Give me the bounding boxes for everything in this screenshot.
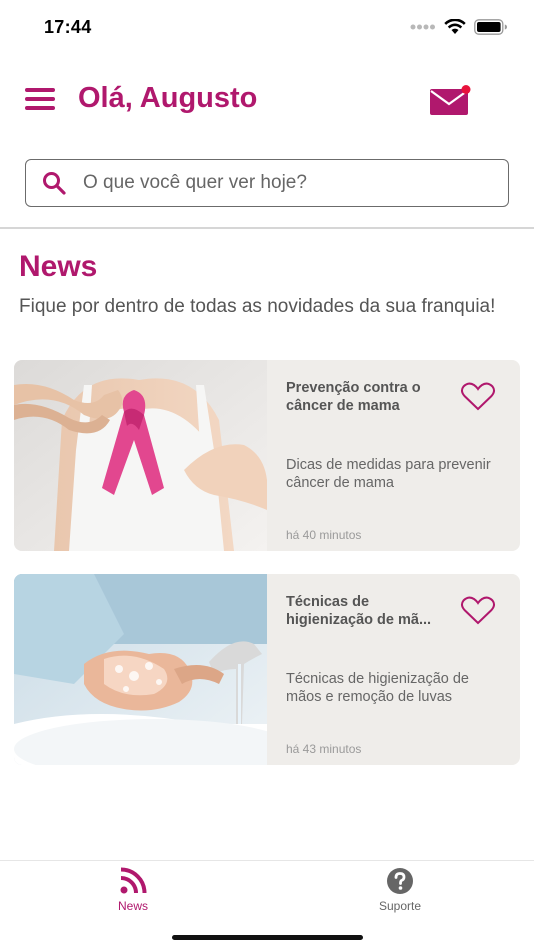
- home-indicator: [172, 935, 363, 940]
- menu-button[interactable]: [25, 88, 55, 112]
- hamburger-icon-bar: [25, 106, 55, 110]
- tab-support[interactable]: Suporte: [350, 867, 450, 913]
- card-title: Prevenção contra o câncer de mama: [286, 380, 421, 414]
- hamburger-icon-bar: [25, 97, 55, 101]
- greeting-title: Olá, Augusto: [78, 82, 258, 114]
- tab-news[interactable]: News: [83, 867, 183, 913]
- card-description: Dicas de medidas para prevenir câncer de…: [286, 457, 491, 491]
- card-title-line: higienização de mã...: [286, 612, 432, 628]
- news-card[interactable]: Técnicas de higienização de mã... Técnic…: [14, 574, 520, 765]
- help-circle-icon: [387, 868, 413, 894]
- status-time: 17:44: [44, 17, 92, 37]
- tab-label: Suporte: [378, 899, 422, 913]
- heart-icon: [461, 596, 495, 625]
- messages-button[interactable]: [429, 84, 473, 116]
- section-subtitle: Fique por dentro de todas as novidades d…: [19, 296, 496, 317]
- tab-label: News: [117, 899, 148, 913]
- card-title-line: Técnicas de: [286, 594, 370, 610]
- divider: [0, 227, 534, 229]
- status-bar: 17:44: [0, 0, 534, 56]
- envelope-icon: [430, 85, 471, 115]
- favorite-button[interactable]: [460, 382, 496, 412]
- app-header: Olá, Augusto: [0, 70, 534, 130]
- favorite-button[interactable]: [460, 596, 496, 626]
- heart-icon: [461, 382, 495, 411]
- wifi-icon: [444, 19, 466, 34]
- search-input[interactable]: [83, 172, 483, 194]
- search-bar[interactable]: [25, 159, 509, 207]
- notification-dot: [461, 85, 471, 94]
- news-card[interactable]: Prevenção contra o câncer de mama Dicas …: [14, 360, 520, 551]
- status-icons: [410, 19, 508, 35]
- pink-ribbon-photo: [14, 360, 267, 551]
- card-title: Técnicas de higienização de mã...: [286, 593, 446, 629]
- rss-icon: [120, 867, 147, 894]
- search-icon: [43, 172, 66, 195]
- signal-dots-icon: [410, 24, 435, 30]
- card-timestamp: há 40 minutos: [286, 528, 362, 542]
- battery-icon: [474, 19, 507, 35]
- hand-washing-photo: [14, 574, 267, 765]
- section-title: News: [19, 250, 98, 283]
- card-timestamp: há 43 minutos: [286, 742, 362, 756]
- card-description: Técnicas de higienização de mãos e remoç…: [286, 671, 469, 705]
- hamburger-icon-bar: [25, 88, 55, 92]
